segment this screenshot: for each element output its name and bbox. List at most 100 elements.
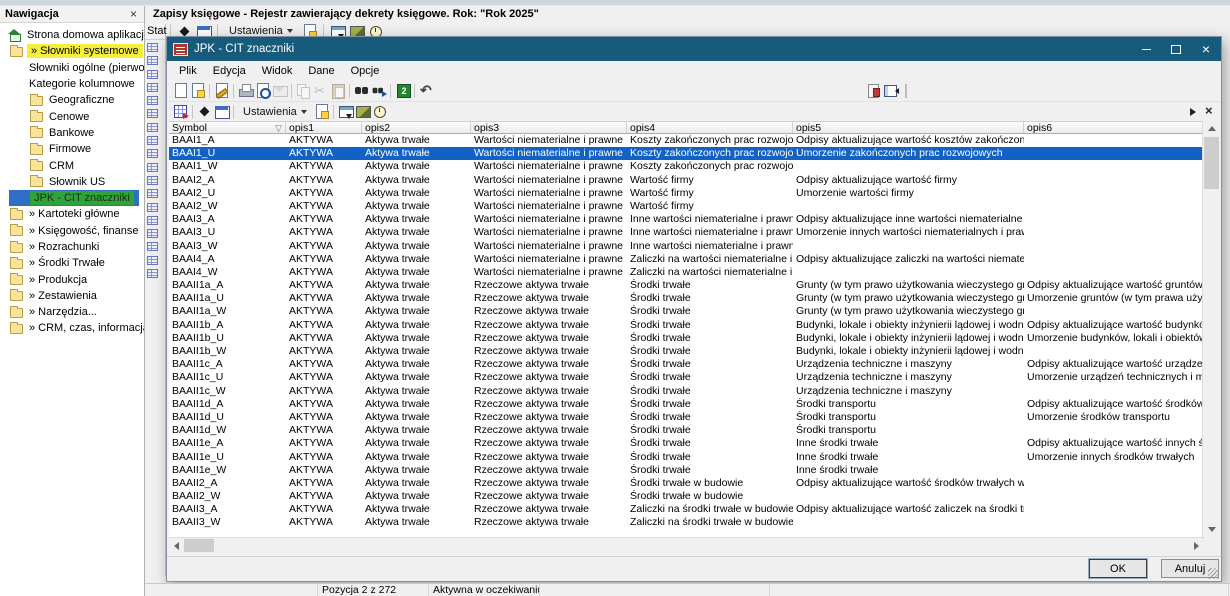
table-row[interactable]: BAAII1c_WAKTYWAAktywa trwałeRzeczowe akt… xyxy=(169,385,1204,398)
ok-button[interactable]: OK xyxy=(1089,559,1147,578)
resize-grip[interactable] xyxy=(1208,568,1219,579)
find-next-icon[interactable] xyxy=(370,82,387,99)
nav-item--crm-czas-informacja[interactable]: » CRM, czas, informacja xyxy=(0,320,144,336)
column-header-opis2[interactable]: opis2 xyxy=(362,122,471,133)
nav-item--rozrachunki[interactable]: » Rozrachunki xyxy=(0,239,144,255)
horizontal-scroll-thumb[interactable] xyxy=(184,539,214,552)
table-row[interactable]: BAAII1d_WAKTYWAAktywa trwałeRzeczowe akt… xyxy=(169,424,1204,437)
scroll-down-icon[interactable] xyxy=(1203,522,1220,537)
table-row[interactable]: BAAI2_WAKTYWAAktywa trwałeWartości niema… xyxy=(169,200,1204,213)
clock-icon[interactable] xyxy=(371,103,388,120)
column-header-symbol[interactable]: Symbol▽ xyxy=(169,122,286,133)
nav-item-firmowe[interactable]: Firmowe xyxy=(0,141,144,157)
print-icon[interactable] xyxy=(237,82,254,99)
nav-item--s-owniki-systemowe[interactable]: » Słowniki systemowe xyxy=(0,43,144,59)
table-row[interactable]: BAAI2_UAKTYWAAktywa trwałeWartości niema… xyxy=(169,187,1204,200)
nav-item--narz-dzia-[interactable]: » Narzędzia... xyxy=(0,304,144,320)
excel-export-icon[interactable] xyxy=(394,82,411,99)
menu-edycja[interactable]: Edycja xyxy=(205,64,254,78)
table-row[interactable]: BAAII1d_AAKTYWAAktywa trwałeRzeczowe akt… xyxy=(169,398,1204,411)
column-header-opis3[interactable]: opis3 xyxy=(471,122,627,133)
nav-item--zestawienia[interactable]: » Zestawienia xyxy=(0,288,144,304)
grid-filter-icon[interactable] xyxy=(172,103,189,120)
table-row[interactable]: BAAII1b_UAKTYWAAktywa trwałeRzeczowe akt… xyxy=(169,332,1204,345)
nav-item-bankowe[interactable]: Bankowe xyxy=(0,125,144,141)
nav-close-icon[interactable]: × xyxy=(128,7,139,21)
user-columns-icon[interactable] xyxy=(865,82,882,99)
menu-plik[interactable]: Plik xyxy=(171,64,205,78)
table-row[interactable]: BAAII1b_WAKTYWAAktywa trwałeRzeczowe akt… xyxy=(169,345,1204,358)
table-row[interactable]: BAAII1c_UAKTYWAAktywa trwałeRzeczowe akt… xyxy=(169,371,1204,384)
table-row[interactable]: BAAII1a_UAKTYWAAktywa trwałeRzeczowe akt… xyxy=(169,292,1204,305)
menu-widok[interactable]: Widok xyxy=(254,64,301,78)
table-row[interactable]: BAAII1e_AAKTYWAAktywa trwałeRzeczowe akt… xyxy=(169,437,1204,450)
find-icon[interactable] xyxy=(353,82,370,99)
settings-properties-icon[interactable] xyxy=(313,103,330,120)
nav-item-kategorie-kolumnowe[interactable]: Kategorie kolumnowe xyxy=(0,76,144,92)
table-row[interactable]: BAAI1_WAKTYWAAktywa trwałeWartości niema… xyxy=(169,160,1204,173)
table-row[interactable]: BAAII3_WAKTYWAAktywa trwałeRzeczowe akty… xyxy=(169,516,1204,529)
table-row[interactable]: BAAI1_UAKTYWAAktywa trwałeWartości niema… xyxy=(169,147,1204,160)
column-header-opis4[interactable]: opis4 xyxy=(627,122,793,133)
scroll-left-icon[interactable] xyxy=(169,538,184,553)
sort-indicator-icon[interactable]: ▽ xyxy=(275,122,282,133)
nav-item-geograficzne[interactable]: Geograficzne xyxy=(0,92,144,108)
new-document-icon[interactable] xyxy=(172,82,189,99)
menu-opcje[interactable]: Opcje xyxy=(343,64,388,78)
close-icon[interactable]: × xyxy=(1191,37,1221,61)
table-row[interactable]: BAAI4_AAKTYWAAktywa trwałeWartości niema… xyxy=(169,253,1204,266)
table-row[interactable]: BAAI1_AAKTYWAAktywa trwałeWartości niema… xyxy=(169,134,1204,147)
minimize-icon[interactable] xyxy=(1131,37,1161,61)
nav-item-jpk-cit-znaczniki[interactable]: JPK - CIT znaczniki xyxy=(9,190,139,206)
table-row[interactable]: BAAII1b_AAKTYWAAktywa trwałeRzeczowe akt… xyxy=(169,319,1204,332)
table-columns-icon[interactable] xyxy=(882,82,899,99)
table-row[interactable]: BAAI2_AAKTYWAAktywa trwałeWartości niema… xyxy=(169,174,1204,187)
expand-arrow-icon[interactable] xyxy=(1184,103,1201,120)
copy-icon[interactable] xyxy=(295,82,312,99)
edit-export-icon[interactable] xyxy=(213,82,230,99)
table-view-icon[interactable] xyxy=(213,103,230,120)
table-row[interactable]: BAAI3_WAKTYWAAktywa trwałeWartości niema… xyxy=(169,240,1204,253)
paste-icon[interactable] xyxy=(329,82,346,99)
dialog-title-bar[interactable]: JPK - CIT znaczniki × xyxy=(167,37,1221,61)
table-row[interactable]: BAAI3_UAKTYWAAktywa trwałeWartości niema… xyxy=(169,226,1204,239)
mail-icon[interactable] xyxy=(271,82,288,99)
column-header-opis1[interactable]: opis1 xyxy=(286,122,362,133)
table-row[interactable]: BAAII1e_WAKTYWAAktywa trwałeRzeczowe akt… xyxy=(169,464,1204,477)
table-row[interactable]: BAAII1a_WAKTYWAAktywa trwałeRzeczowe akt… xyxy=(169,305,1204,318)
nav-item--ksi-gowo-finanse[interactable]: » Księgowość, finanse xyxy=(0,223,144,239)
close-small-icon[interactable] xyxy=(1201,103,1218,120)
nav-item--produkcja[interactable]: » Produkcja xyxy=(0,271,144,287)
vertical-scrollbar[interactable] xyxy=(1202,121,1219,537)
print-preview-icon[interactable] xyxy=(254,82,271,99)
table-row[interactable]: BAAII1e_UAKTYWAAktywa trwałeRzeczowe akt… xyxy=(169,451,1204,464)
table-row[interactable]: BAAI3_AAKTYWAAktywa trwałeWartości niema… xyxy=(169,213,1204,226)
table-row[interactable]: BAAII2_AAKTYWAAktywa trwałeRzeczowe akty… xyxy=(169,477,1204,490)
vertical-scroll-thumb[interactable] xyxy=(1204,137,1219,189)
maximize-icon[interactable] xyxy=(1161,37,1191,61)
table-row[interactable]: BAAI4_WAKTYWAAktywa trwałeWartości niema… xyxy=(169,266,1204,279)
nav-item-cenowe[interactable]: Cenowe xyxy=(0,108,144,124)
scroll-right-icon[interactable] xyxy=(1189,538,1204,553)
scroll-up-icon[interactable] xyxy=(1203,121,1220,136)
nav-item--rodki-trwa-e[interactable]: » Środki Trwałe xyxy=(0,255,144,271)
table-row[interactable]: BAAII1d_UAKTYWAAktywa trwałeRzeczowe akt… xyxy=(169,411,1204,424)
properties-icon[interactable] xyxy=(189,82,206,99)
table-row[interactable]: BAAII1c_AAKTYWAAktywa trwałeRzeczowe akt… xyxy=(169,358,1204,371)
cut-icon[interactable] xyxy=(312,82,329,99)
nav-item-s-owniki-og-lne-pierwot-[interactable]: Słowniki ogólne (pierwot... xyxy=(0,60,144,76)
column-header-opis6[interactable]: opis6 xyxy=(1024,122,1204,133)
table-row[interactable]: BAAII2_WAKTYWAAktywa trwałeRzeczowe akty… xyxy=(169,490,1204,503)
image-icon[interactable] xyxy=(354,103,371,120)
nav-item-s-ownik-us[interactable]: Słownik US xyxy=(0,174,144,190)
nav-item-crm[interactable]: CRM xyxy=(0,157,144,173)
nav-item-strona-domowa-aplikacji[interactable]: Strona domowa aplikacji xyxy=(0,27,144,43)
menu-dane[interactable]: Dane xyxy=(300,64,342,78)
ustawienia-dropdown[interactable]: Ustawienia xyxy=(237,105,313,119)
nav-item--kartoteki-g-wne[interactable]: » Kartoteki główne xyxy=(0,206,144,222)
column-header-opis5[interactable]: opis5 xyxy=(793,122,1024,133)
table-row[interactable]: BAAII1a_AAKTYWAAktywa trwałeRzeczowe akt… xyxy=(169,279,1204,292)
table-row[interactable]: BAAII3_AAKTYWAAktywa trwałeRzeczowe akty… xyxy=(169,503,1204,516)
window-arrow-icon[interactable] xyxy=(337,103,354,120)
sort-updown-icon[interactable] xyxy=(196,103,213,120)
